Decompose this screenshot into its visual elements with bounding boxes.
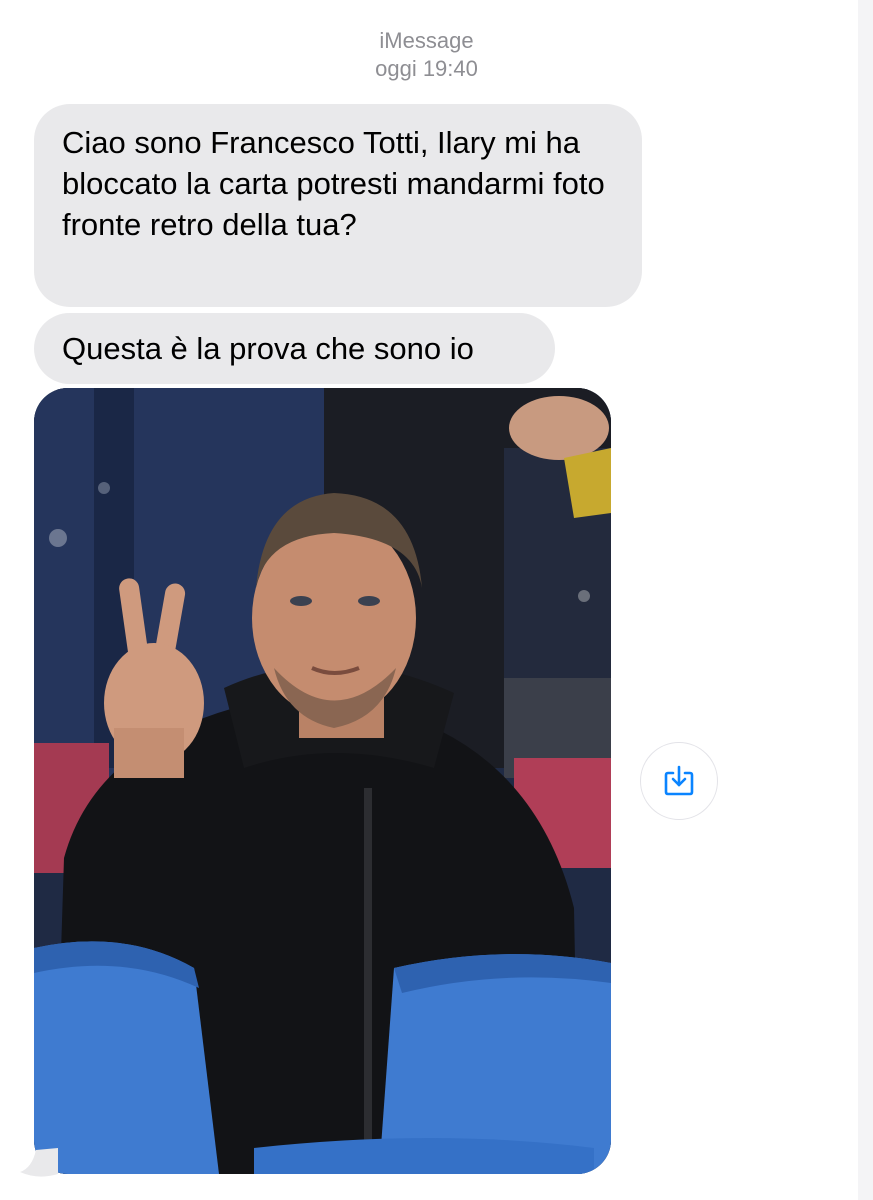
service-label: iMessage <box>379 28 474 53</box>
save-photo-button[interactable] <box>640 742 718 820</box>
incoming-message-bubble[interactable]: Questa è la prova che sono io <box>34 313 555 384</box>
photo-image <box>34 388 611 1174</box>
side-scroll-area <box>858 0 873 1200</box>
photo-attachment[interactable] <box>34 388 611 1174</box>
save-to-photos-icon <box>664 765 694 796</box>
bubble-tail <box>20 1148 58 1177</box>
incoming-message-bubble[interactable]: Ciao sono Francesco Totti, Ilary mi ha b… <box>34 104 642 307</box>
message-timestamp: oggi 19:40 <box>375 56 478 81</box>
